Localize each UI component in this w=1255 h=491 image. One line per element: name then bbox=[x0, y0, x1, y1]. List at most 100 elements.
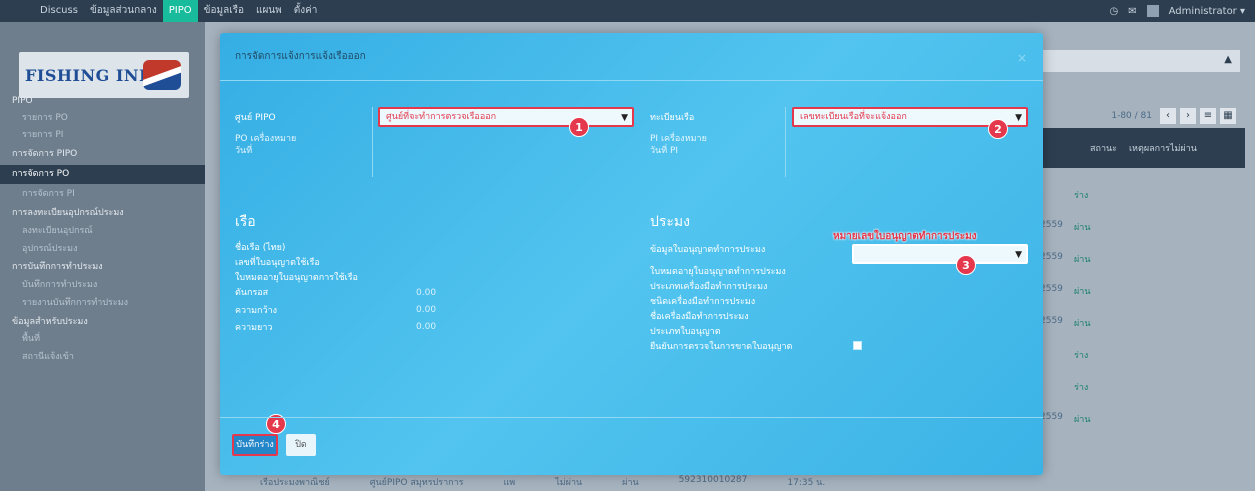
fishing-license-hint: หมายเลขใบอนุญาตทำการประมง bbox=[833, 231, 977, 242]
kanban-view-button[interactable]: ▦ bbox=[1220, 108, 1236, 124]
length-label: ความยาว bbox=[235, 323, 273, 333]
row-year: 2559 bbox=[1040, 284, 1063, 294]
tool-type-label: ประเภทเครื่องมือทำการประมง bbox=[650, 282, 768, 292]
row-status: ร่าง bbox=[1074, 191, 1089, 201]
chat-icon[interactable]: ✉ bbox=[1128, 6, 1136, 17]
boat-reg-select-value: เลขทะเบียนเรือที่จะแจ้งออก bbox=[800, 112, 907, 122]
caret-up-icon[interactable]: ▲ bbox=[1224, 54, 1232, 65]
nav-discuss[interactable]: Discuss bbox=[34, 0, 84, 22]
clock-icon[interactable]: ◷ bbox=[1110, 6, 1119, 17]
fishing-license-label: ข้อมูลใบอนุญาตทำการประมง bbox=[650, 245, 766, 255]
sidebar-item[interactable]: การจัดการ PIPO bbox=[0, 145, 205, 164]
table-cell: ศูนย์PIPO สมุทรปราการ bbox=[369, 478, 464, 488]
pager-info: 1-80 / 81 bbox=[1111, 111, 1152, 121]
boat-heading: เรือ bbox=[235, 214, 256, 230]
row-status: ร่าง bbox=[1074, 383, 1089, 393]
sidebar-item[interactable]: การจัดการ PO bbox=[0, 165, 205, 184]
tool-kind-label: ชนิดเครื่องมือทำการประมง bbox=[650, 297, 756, 307]
close-icon[interactable]: × bbox=[1017, 51, 1027, 65]
fishing-license-exp-label: ใบหมดอายุใบอนุญาตทำการประมง bbox=[650, 267, 786, 277]
pi-date-label: วันที่ PI bbox=[650, 146, 679, 156]
column-reason[interactable]: เหตุผลการไม่ผ่าน bbox=[1123, 141, 1203, 155]
sidebar-item[interactable]: บันทึกการทำประมง bbox=[0, 276, 205, 295]
dropdown-arrow-icon: ▼ bbox=[1015, 113, 1022, 123]
table-row[interactable]: 2559 ผ่าน bbox=[1040, 250, 1240, 280]
pipo-select[interactable]: ศูนย์ที่จะทำการตรวจเรือออก ▼ bbox=[378, 107, 634, 127]
row-status: ผ่าน bbox=[1074, 319, 1091, 329]
avatar bbox=[1146, 5, 1159, 17]
divider bbox=[372, 107, 373, 177]
dropdown-arrow-icon: ▼ bbox=[1015, 250, 1022, 260]
sidebar-item[interactable]: การบันทึกการทำประมง bbox=[0, 258, 205, 277]
nav-settings[interactable]: ตั้งค่า bbox=[288, 0, 324, 22]
length-value: 0.00 bbox=[416, 322, 437, 332]
table-cell: ผ่าน bbox=[622, 478, 639, 488]
close-button[interactable]: ปิด bbox=[286, 434, 316, 456]
width-value: 0.00 bbox=[416, 305, 437, 315]
row-status: ร่าง bbox=[1074, 351, 1089, 361]
table-row[interactable]: ร่าง bbox=[1040, 378, 1240, 408]
sidebar-item[interactable]: สถานีแจ้งเข้า bbox=[0, 348, 205, 367]
table-cell: แพ bbox=[503, 478, 516, 488]
nav-pipo[interactable]: PIPO bbox=[162, 0, 198, 22]
user-menu[interactable]: Administrator ▾ bbox=[1169, 6, 1245, 17]
table-row[interactable]: 2559 ผ่าน bbox=[1040, 314, 1240, 344]
sidebar-item[interactable]: การลงทะเบียนอุปกรณ์ประมง bbox=[0, 204, 205, 223]
nav-boat-data[interactable]: ข้อมูลเรือ bbox=[198, 0, 250, 22]
tool-name-label: ชื่อเครื่องมือทำการประมง bbox=[650, 312, 749, 322]
po-modal: การจัดการแจ้งการแจ้งเรือออก × ศูนย์ PIPO… bbox=[220, 33, 1043, 475]
sidebar-item[interactable]: การจัดการ PI bbox=[0, 185, 205, 204]
table-row[interactable]: 2559 ผ่าน bbox=[1040, 218, 1240, 248]
row-year: 2559 bbox=[1040, 316, 1063, 326]
row-status: ผ่าน bbox=[1074, 287, 1091, 297]
sidebar: FISHING INFO PIPO รายการ PO รายการ PI การจั… bbox=[0, 22, 205, 491]
boat-name-label: ชื่อเรือ (ไทย) bbox=[235, 243, 286, 253]
dropdown-arrow-icon: ▼ bbox=[621, 113, 628, 123]
boat-license-exp-label: ใบหมดอายุใบอนุญาตการใช้เรือ bbox=[235, 273, 358, 283]
gross-tonnage-label: ตันกรอส bbox=[235, 288, 269, 298]
pipo-select-value: ศูนย์ที่จะทำการตรวจเรือออก bbox=[386, 112, 497, 122]
sidebar-item[interactable]: พื้นที่ bbox=[0, 330, 205, 349]
divider bbox=[785, 107, 786, 177]
modal-title: การจัดการแจ้งการแจ้งเรือออก bbox=[235, 51, 366, 62]
row-year: 2559 bbox=[1040, 252, 1063, 262]
search-bar[interactable]: ▲ bbox=[1040, 50, 1240, 72]
sidebar-item[interactable]: ลงทะเบียนอุปกรณ์ bbox=[0, 222, 205, 241]
table-cell: เรือประมงพาณิชย์ bbox=[260, 478, 330, 488]
row-year: 2559 bbox=[1040, 412, 1063, 422]
prev-page-button[interactable]: ‹ bbox=[1160, 108, 1176, 124]
nav-plan[interactable]: แผนพ bbox=[250, 0, 288, 22]
table-row[interactable]: ร่าง bbox=[1040, 186, 1240, 216]
table-row[interactable]: เรือประมงพาณิชย์ ศูนย์PIPO สมุทรปราการ แพ ไ… bbox=[230, 475, 1030, 491]
sidebar-item[interactable]: รายงานบันทึกการทำประมง bbox=[0, 294, 205, 313]
modal-header: การจัดการแจ้งการแจ้งเรือออก bbox=[220, 33, 1043, 81]
date-label: วันที่ bbox=[235, 146, 253, 156]
save-draft-button[interactable]: บันทึกร่าง bbox=[232, 434, 278, 456]
row-status: ผ่าน bbox=[1074, 415, 1091, 425]
confirm-no-license-label: ยืนยันการตรวจในการขาดใบอนุญาต bbox=[650, 342, 793, 352]
table-cell: 17:35 น. bbox=[787, 478, 826, 488]
table-row[interactable]: 2559 ผ่าน bbox=[1040, 410, 1240, 440]
gross-tonnage-value: 0.00 bbox=[416, 288, 437, 298]
row-year: 2559 bbox=[1040, 220, 1063, 230]
table-row[interactable]: ร่าง bbox=[1040, 346, 1240, 376]
next-page-button[interactable]: › bbox=[1180, 108, 1196, 124]
step-badge-1: 1 bbox=[569, 117, 589, 137]
boat-license-no-label: เลขที่ใบอนุญาตใช้เรือ bbox=[235, 258, 320, 268]
step-badge-2: 2 bbox=[988, 119, 1008, 139]
pipo-label: ศูนย์ PIPO bbox=[235, 113, 276, 123]
table-row[interactable]: 2559 ผ่าน bbox=[1040, 282, 1240, 312]
boat-reg-label: ทะเบียนเรือ bbox=[650, 113, 695, 123]
fishing-license-select[interactable]: ▼ bbox=[852, 244, 1028, 264]
nav-master-data[interactable]: ข้อมูลส่วนกลาง bbox=[84, 0, 163, 22]
step-badge-3: 3 bbox=[956, 255, 976, 275]
table-cell: 592310010287 bbox=[678, 475, 748, 485]
row-status: ผ่าน bbox=[1074, 255, 1091, 265]
table-header: สถานะ เหตุผลการไม่ผ่าน bbox=[1040, 128, 1245, 168]
sidebar-item[interactable]: อุปกรณ์ประมง bbox=[0, 240, 205, 259]
list-view-button[interactable]: ≡ bbox=[1200, 108, 1216, 124]
sidebar-item[interactable]: รายการ PI bbox=[0, 126, 205, 145]
column-status[interactable]: สถานะ bbox=[1084, 141, 1123, 155]
logo-flag-icon bbox=[143, 60, 181, 90]
confirm-no-license-checkbox[interactable] bbox=[853, 341, 862, 350]
